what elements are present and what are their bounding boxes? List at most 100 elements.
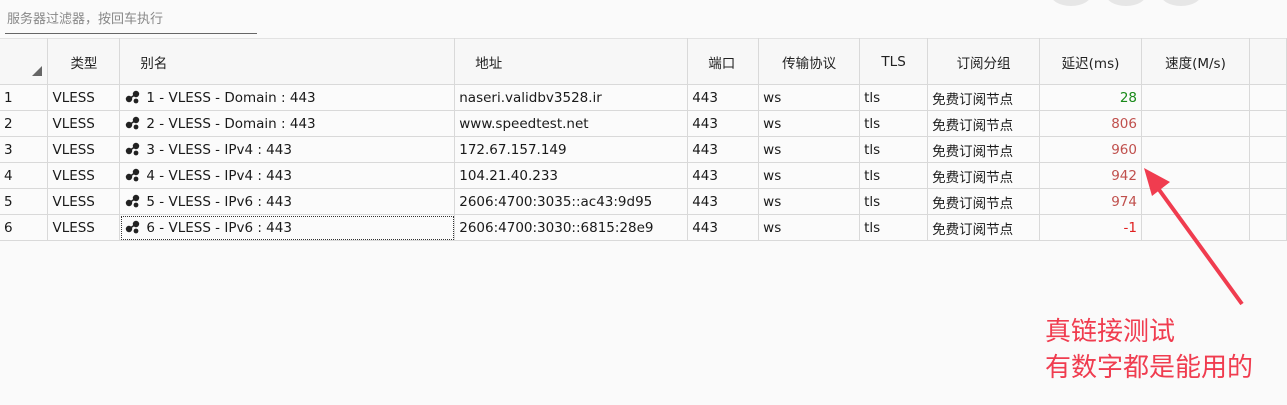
cell-address[interactable]: 172.67.157.149: [454, 136, 689, 163]
cell-group[interactable]: 免费订阅节点: [927, 214, 1041, 241]
annotation-text: 真链接测试 有数字都是能用的: [1045, 314, 1253, 386]
cell-type[interactable]: VLESS: [47, 110, 121, 137]
cell-transport[interactable]: ws: [758, 162, 861, 189]
row-index: 6: [0, 214, 49, 241]
column-header-group[interactable]: 订阅分组: [927, 38, 1041, 85]
server-filter-input[interactable]: [5, 4, 257, 33]
server-icon: [124, 220, 142, 234]
cell-tls[interactable]: tls: [859, 84, 929, 111]
sort-corner-icon: [32, 66, 42, 76]
column-header-address[interactable]: 地址: [454, 38, 689, 85]
cell-group[interactable]: 免费订阅节点: [927, 162, 1041, 189]
cell-transport[interactable]: ws: [758, 214, 861, 241]
alias-text: 2 - VLESS - Domain : 443: [146, 115, 316, 132]
row-index: 4: [0, 162, 49, 189]
alias-text: 5 - VLESS - IPv6 : 443: [146, 193, 292, 210]
alias-text: 4 - VLESS - IPv4 : 443: [146, 167, 292, 184]
cell-type[interactable]: VLESS: [47, 84, 121, 111]
column-header-type[interactable]: 类型: [47, 38, 121, 85]
cell-filler: [1249, 214, 1287, 241]
cell-alias[interactable]: 2 - VLESS - Domain : 443: [119, 110, 456, 137]
cell-filler: [1249, 110, 1287, 137]
cell-alias[interactable]: 6 - VLESS - IPv6 : 443: [119, 214, 456, 241]
annotation-line-1: 真链接测试: [1045, 317, 1176, 347]
cell-address[interactable]: naseri.validbv3528.ir: [454, 84, 689, 111]
cell-transport[interactable]: ws: [758, 188, 861, 215]
server-filter[interactable]: [5, 4, 257, 34]
cell-delay[interactable]: 806: [1039, 110, 1142, 137]
cell-address[interactable]: 2606:4700:3030::6815:28e9: [454, 214, 689, 241]
cell-group[interactable]: 免费订阅节点: [927, 188, 1041, 215]
cell-tls[interactable]: tls: [859, 136, 929, 163]
cell-transport[interactable]: ws: [758, 110, 861, 137]
server-icon: [124, 116, 142, 130]
table-row[interactable]: 5 VLESS 5 - VLESS - IPv6 : 443 2606:4700:30…: [0, 188, 1287, 215]
cell-delay[interactable]: 974: [1039, 188, 1142, 215]
cell-speed[interactable]: [1141, 136, 1250, 163]
column-header-tls[interactable]: TLS: [859, 38, 929, 85]
table-header: 类型 别名 地址 端口 传输协议 TLS 订阅分组 延迟(ms) 速度(M/s): [0, 38, 1287, 85]
cell-delay[interactable]: 28: [1039, 84, 1142, 111]
cell-tls[interactable]: tls: [859, 214, 929, 241]
cell-filler: [1249, 188, 1287, 215]
cell-transport[interactable]: ws: [758, 84, 861, 111]
table-row[interactable]: 6 VLESS 6 - VLESS - IPv6 : 443 2606:4700:30…: [0, 214, 1287, 241]
alias-text: 3 - VLESS - IPv4 : 443: [146, 141, 292, 158]
cell-delay[interactable]: 960: [1039, 136, 1142, 163]
cell-port[interactable]: 443: [687, 162, 760, 189]
cell-filler: [1249, 84, 1287, 111]
row-index: 2: [0, 110, 49, 137]
cell-group[interactable]: 免费订阅节点: [927, 136, 1041, 163]
cell-type[interactable]: VLESS: [47, 162, 121, 189]
cell-group[interactable]: 免费订阅节点: [927, 110, 1041, 137]
arrow-icon: [1144, 168, 1244, 306]
cell-address[interactable]: 2606:4700:3035::ac43:9d95: [454, 188, 689, 215]
column-header-delay[interactable]: 延迟(ms): [1039, 38, 1142, 85]
cell-delay[interactable]: 942: [1039, 162, 1142, 189]
column-header-speed[interactable]: 速度(M/s): [1141, 38, 1250, 85]
cell-port[interactable]: 443: [687, 214, 760, 241]
cell-tls[interactable]: tls: [859, 162, 929, 189]
cell-speed[interactable]: [1141, 84, 1250, 111]
column-header-filler: [1249, 38, 1287, 85]
server-table: 类型 别名 地址 端口 传输协议 TLS 订阅分组 延迟(ms) 速度(M/s)…: [0, 38, 1287, 241]
cell-speed[interactable]: [1141, 110, 1250, 137]
cell-tls[interactable]: tls: [859, 110, 929, 137]
cell-group[interactable]: 免费订阅节点: [927, 84, 1041, 111]
cell-alias[interactable]: 4 - VLESS - IPv4 : 443: [119, 162, 456, 189]
column-header-port[interactable]: 端口: [687, 38, 760, 85]
column-header-transport[interactable]: 传输协议: [758, 38, 861, 85]
cell-tls[interactable]: tls: [859, 188, 929, 215]
cell-port[interactable]: 443: [687, 188, 760, 215]
cell-alias[interactable]: 1 - VLESS - Domain : 443: [119, 84, 456, 111]
cell-port[interactable]: 443: [687, 110, 760, 137]
table-row[interactable]: 3 VLESS 3 - VLESS - IPv4 : 443 172.67.157.1…: [0, 136, 1287, 163]
cell-alias[interactable]: 5 - VLESS - IPv6 : 443: [119, 188, 456, 215]
cell-type[interactable]: VLESS: [47, 188, 121, 215]
server-icon: [124, 168, 142, 182]
table-row[interactable]: 1 VLESS 1 - VLESS - Domain : 443 naseri.val…: [0, 84, 1287, 111]
top-decoration: [1050, 0, 1287, 10]
cell-port[interactable]: 443: [687, 84, 760, 111]
cell-delay[interactable]: -1: [1039, 214, 1142, 241]
cell-filler: [1249, 136, 1287, 163]
cell-alias[interactable]: 3 - VLESS - IPv4 : 443: [119, 136, 456, 163]
select-all-corner[interactable]: [0, 38, 49, 85]
row-index: 1: [0, 84, 49, 111]
cell-type[interactable]: VLESS: [47, 136, 121, 163]
server-icon: [124, 90, 142, 104]
column-header-alias[interactable]: 别名: [119, 38, 456, 85]
table-row[interactable]: 2 VLESS 2 - VLESS - Domain : 443 www.speedt…: [0, 110, 1287, 137]
cell-address[interactable]: www.speedtest.net: [454, 110, 689, 137]
server-icon: [124, 142, 142, 156]
row-index: 3: [0, 136, 49, 163]
alias-text: 6 - VLESS - IPv6 : 443: [146, 219, 292, 236]
cell-transport[interactable]: ws: [758, 136, 861, 163]
server-icon: [124, 194, 142, 208]
alias-text: 1 - VLESS - Domain : 443: [146, 89, 316, 106]
table-row[interactable]: 4 VLESS 4 - VLESS - IPv4 : 443 104.21.40.23…: [0, 162, 1287, 189]
cell-port[interactable]: 443: [687, 136, 760, 163]
cell-address[interactable]: 104.21.40.233: [454, 162, 689, 189]
annotation-line-2: 有数字都是能用的: [1045, 353, 1254, 383]
cell-type[interactable]: VLESS: [47, 214, 121, 241]
